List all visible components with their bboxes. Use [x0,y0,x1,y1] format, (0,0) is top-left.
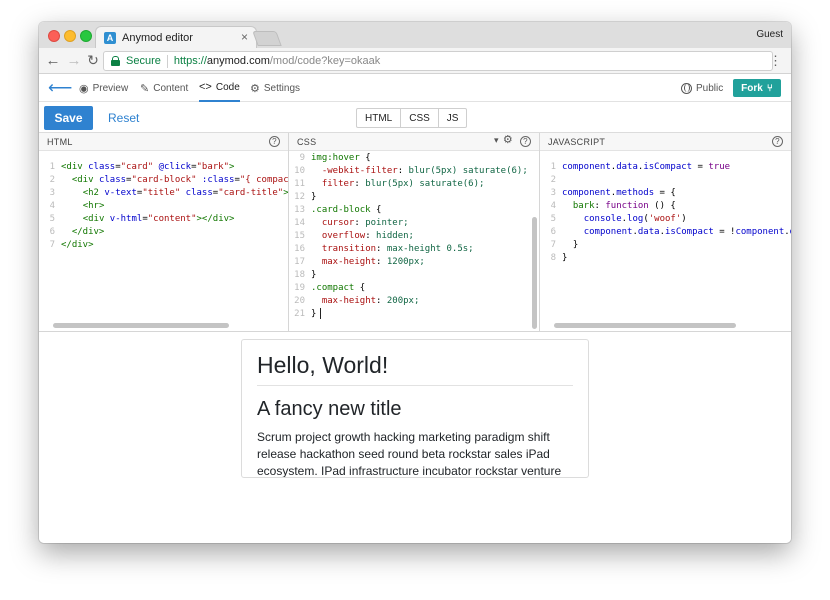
url-path: /mod/code?key=okaak [269,55,381,67]
preview-heading: Hello, World! [257,352,389,378]
editor-panels: HTML ? 1 <div class="card" @click="bark">… [39,133,791,332]
preview-card[interactable]: Hello, World! A fancy new title Scrum pr… [241,339,589,478]
css-panel-header: CSS ▾ ⚙ ? [289,133,539,151]
css-code-editor[interactable]: 9 img:hover {10 -webkit-filter: blur(5px)… [289,152,539,321]
card-title: A fancy new title [257,398,402,420]
secure-label: Secure [126,55,161,67]
css-scrollbar[interactable] [532,217,537,329]
globe-icon [681,82,692,94]
anymod-favicon-icon: A [104,31,116,44]
new-tab-button[interactable] [252,31,282,46]
js-panel-header: JAVASCRIPT ? [540,133,791,151]
js-scrollbar[interactable] [554,323,736,328]
caret-down-icon[interactable]: ▾ [494,135,499,146]
app-nav: ⟵ ◉ Preview ✎ Content <> Code ⚙ Settings… [39,74,791,102]
js-panel: JAVASCRIPT ? 1 component.data.isCompact =… [540,133,791,332]
gear-icon: ⚙ [250,82,260,95]
code-icon: <> [199,81,212,93]
reset-button[interactable]: Reset [108,106,139,130]
back-arrow-icon[interactable]: ← [44,51,62,69]
minimize-window-button[interactable] [64,30,76,42]
forward-arrow-icon[interactable]: → [65,51,83,69]
language-toggle: HTML CSS JS [356,108,468,128]
tab-preview[interactable]: ◉ Preview [79,74,128,102]
tab-title: Anymod editor [122,31,193,44]
editor-toolbar: Save Reset HTML CSS JS [39,102,791,133]
tab-settings[interactable]: ⚙ Settings [250,74,300,102]
tab-content[interactable]: ✎ Content [140,74,188,102]
html-panel: HTML ? 1 <div class="card" @click="bark">… [39,133,289,332]
toggle-css[interactable]: CSS [400,109,438,127]
browser-tab-active[interactable]: A Anymod editor × [95,26,257,48]
lock-icon [111,56,120,66]
maximize-window-button[interactable] [80,30,92,42]
profile-label[interactable]: Guest [756,29,783,40]
help-icon[interactable]: ? [772,136,783,147]
back-arrow-icon[interactable]: ⟵ [48,78,72,98]
public-toggle[interactable]: Public [681,74,723,102]
card-content: Scrum project growth hacking marketing p… [257,430,562,478]
toggle-html[interactable]: HTML [357,109,400,127]
html-panel-header: HTML ? [39,133,288,151]
help-icon[interactable]: ? [520,136,531,147]
html-code-editor[interactable]: 1 <div class="card" @click="bark"> 2 <div … [39,161,288,252]
tab-code[interactable]: <> Code [199,74,240,102]
close-window-button[interactable] [48,30,60,42]
tab-close-icon[interactable]: × [241,30,248,44]
browser-window: A Anymod editor × Guest ← → ↻ Secure htt… [39,22,791,543]
url-input[interactable]: Secure https://anymod.com/mod/code?key=o… [103,51,773,71]
title-bar: A Anymod editor × Guest [39,22,791,48]
reload-icon[interactable]: ↻ [84,51,102,69]
toggle-js[interactable]: JS [437,109,467,127]
address-bar: ← → ↻ Secure https://anymod.com/mod/code… [39,48,791,74]
preview-area: Hello, World! A fancy new title Scrum pr… [39,332,791,543]
pencil-icon: ✎ [140,82,150,95]
html-scrollbar[interactable] [53,323,229,328]
url-scheme: https:// [173,55,207,67]
save-button[interactable]: Save [44,106,93,130]
gear-icon[interactable]: ⚙ [503,135,513,146]
fork-icon: ⑂ [766,82,773,94]
preview-divider [257,385,573,386]
css-panel: CSS ▾ ⚙ ? 9 img:hover {10 -webkit-filter:… [289,133,540,332]
eye-icon: ◉ [79,82,89,95]
fork-button[interactable]: Fork ⑂ [733,79,781,97]
js-code-editor[interactable]: 1 component.data.isCompact = true 2 3 compon… [540,161,791,265]
browser-menu-icon[interactable]: ⋮ [769,52,782,70]
url-host: anymod.com [206,55,270,67]
help-icon[interactable]: ? [269,136,280,147]
